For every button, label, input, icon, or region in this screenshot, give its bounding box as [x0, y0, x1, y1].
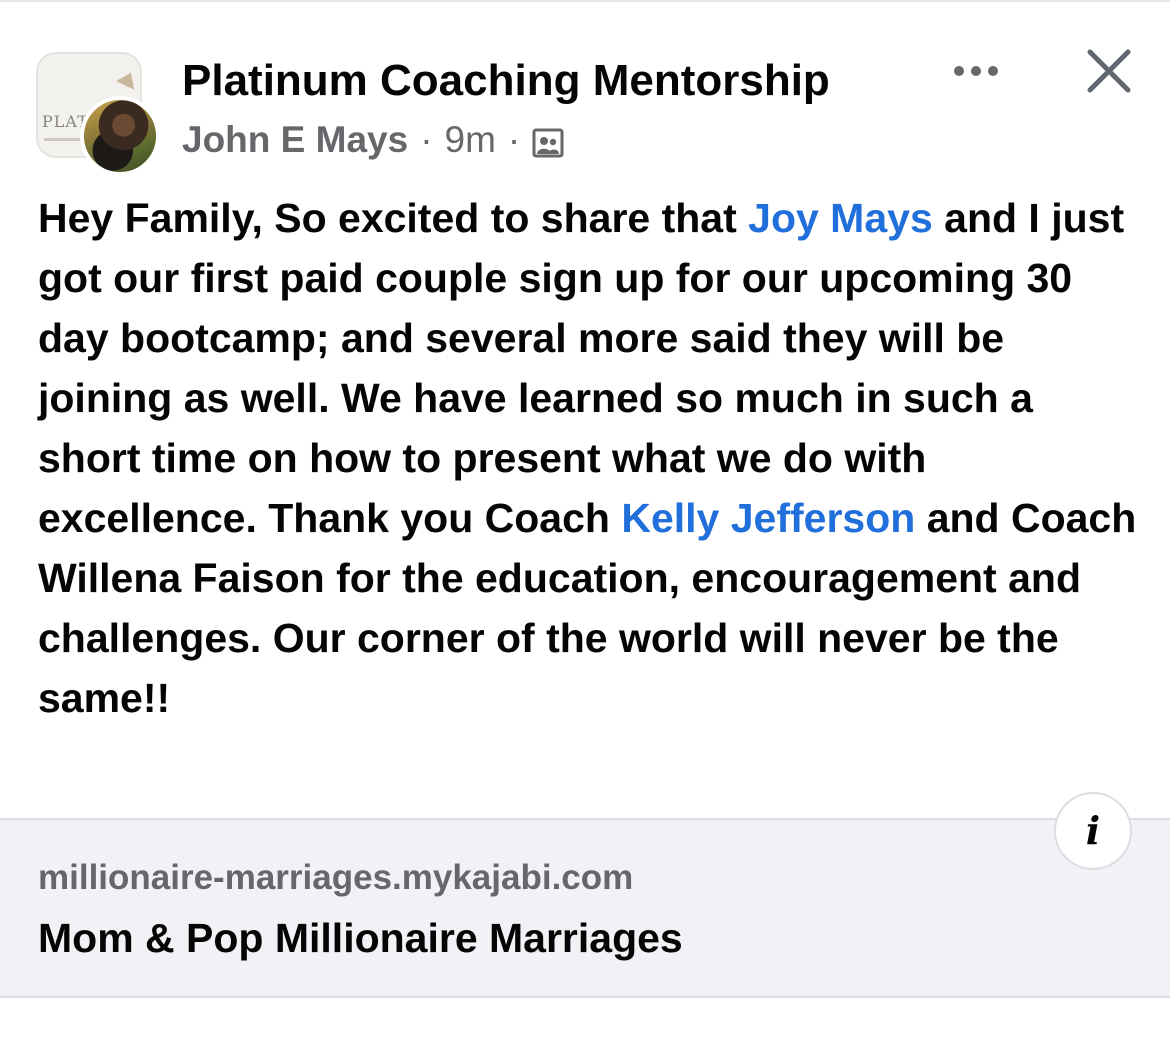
link-domain: millionaire-marriages.mykajabi.com [38, 858, 634, 897]
mention-link[interactable]: Joy Mays [748, 195, 933, 241]
post-text-segment: and I just got our first paid couple sig… [38, 195, 1125, 541]
post-time[interactable]: 9m [445, 119, 496, 161]
mention-link[interactable]: Kelly Jefferson [621, 495, 915, 541]
more-options-button[interactable] [950, 54, 1006, 88]
author-name[interactable]: John E Mays [182, 119, 408, 161]
author-avatar[interactable] [80, 96, 160, 176]
post-text: Hey Family, So excited to share that Joy… [38, 188, 1138, 728]
post-card: PLAT Platinum Coaching Mentorship John E… [0, 0, 1170, 1064]
info-icon: i [1085, 808, 1101, 853]
post-text-segment: Hey Family, So excited to share that [38, 195, 749, 241]
post-meta: John E Mays · 9m · [182, 118, 564, 162]
link-title: Mom & Pop Millionaire Marriages [38, 915, 683, 961]
meta-separator: · [420, 119, 433, 160]
link-preview[interactable]: millionaire-marriages.mykajabi.com Mom &… [0, 818, 1170, 998]
logo-tagline [44, 138, 84, 141]
logo-mark-icon [115, 68, 140, 90]
meta-separator: · [507, 119, 521, 160]
group-name[interactable]: Platinum Coaching Mentorship [182, 56, 830, 106]
close-button[interactable] [1084, 46, 1134, 96]
group-members-icon [532, 126, 564, 158]
info-button[interactable]: i [1054, 792, 1132, 870]
close-icon [1087, 49, 1131, 93]
more-options-icon [954, 66, 998, 76]
